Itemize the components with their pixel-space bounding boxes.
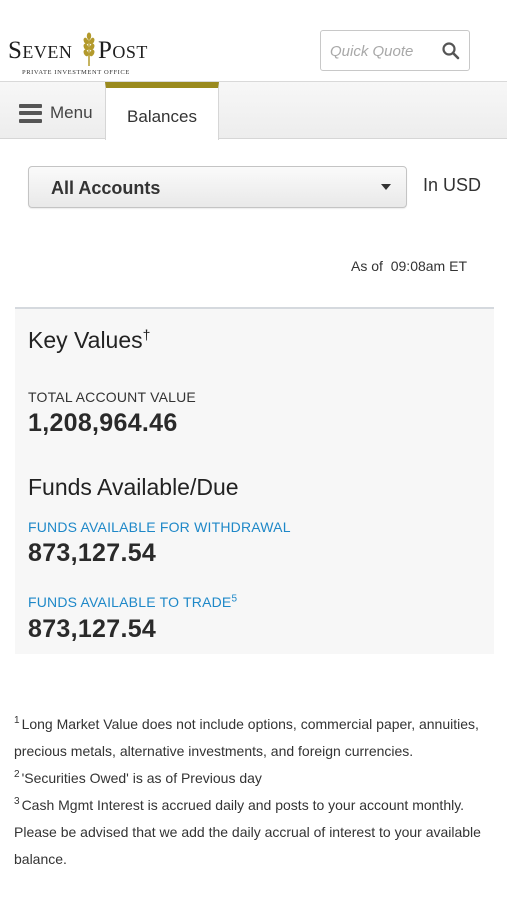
tab-balances[interactable]: Balances xyxy=(105,82,219,140)
account-select-value: All Accounts xyxy=(51,178,161,198)
dagger-mark: † xyxy=(142,326,151,343)
search-icon[interactable] xyxy=(441,41,461,61)
key-values-panel: Key Values† TOTAL ACCOUNT VALUE 1,208,96… xyxy=(15,307,494,654)
quick-quote-box xyxy=(320,30,470,71)
menu-button[interactable]: Menu xyxy=(19,102,93,124)
footnote-1: 1 Long Market Value does not include opti… xyxy=(14,715,479,759)
logo-tagline: PRIVATE INVESTMENT OFFICE xyxy=(22,69,130,76)
currency-label: In USD xyxy=(423,175,482,195)
funds-withdrawal-value: 873,127.54 xyxy=(28,539,157,567)
account-select[interactable]: All Accounts xyxy=(28,166,407,208)
footnote-2: 2 'Securities Owed' is as of Previous day xyxy=(14,769,262,786)
funds-section-title: Funds Available/Due xyxy=(28,474,239,500)
nav-bar: Menu Balances xyxy=(0,82,507,140)
total-account-value: 1,208,964.46 xyxy=(28,409,178,437)
key-values-title: Key Values† xyxy=(28,326,151,353)
total-account-value-label: TOTAL ACCOUNT VALUE xyxy=(28,389,196,405)
funds-trade-value: 873,127.54 xyxy=(28,615,157,643)
footnotes: 1 Long Market Value does not include opti… xyxy=(14,711,494,873)
chevron-down-icon xyxy=(381,184,391,190)
as-of-timestamp: As of 09:08am ET xyxy=(351,258,467,274)
seven-post-logo[interactable]: Seven Post PRIVATE INVESTMENT OFFICE xyxy=(8,32,158,78)
quick-quote-input[interactable] xyxy=(330,40,434,62)
funds-withdrawal-label[interactable]: FUNDS AVAILABLE FOR WITHDRAWAL xyxy=(28,519,291,535)
tab-balances-label: Balances xyxy=(127,107,197,126)
funds-trade-label[interactable]: FUNDS AVAILABLE TO TRADE5 xyxy=(28,594,237,610)
hamburger-icon xyxy=(19,103,42,123)
wheat-icon xyxy=(83,32,95,66)
logo-word-post: Post xyxy=(98,37,148,64)
footnote-3: 3 Cash Mgmt Interest is accrued daily and… xyxy=(14,796,481,867)
menu-label: Menu xyxy=(50,103,93,122)
logo-word-seven: Seven xyxy=(8,37,73,64)
footnote-ref-5: 5 xyxy=(231,593,238,605)
app-header: Seven Post PRIVATE INVESTMENT OFFICE xyxy=(0,0,507,82)
